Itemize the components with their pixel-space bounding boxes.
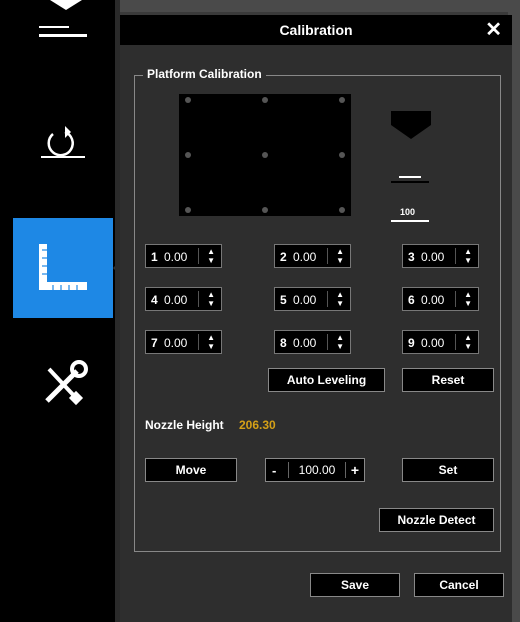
point-value[interactable]: 0.00 — [421, 250, 444, 264]
grid-point — [339, 207, 345, 213]
increment-button[interactable]: + — [351, 462, 359, 478]
gauge-base-line — [391, 220, 429, 222]
point-index: 1 — [151, 250, 158, 264]
point-index: 3 — [408, 250, 415, 264]
spin-divider — [327, 291, 328, 307]
spin-divider — [455, 248, 456, 264]
move-button[interactable]: Move — [145, 458, 237, 482]
sidebar-item-tools[interactable] — [13, 335, 113, 435]
grid-point — [262, 207, 268, 213]
point-9-spinbox[interactable]: 9 0.00 ▲ ▼ — [402, 330, 479, 354]
menu-icon — [39, 26, 87, 37]
point-value[interactable]: 0.00 — [421, 293, 444, 307]
calibration-dialog: Calibration ✕ Platform Calibration 100 1… — [120, 15, 512, 622]
point-5-spinbox[interactable]: 5 0.00 ▲ ▼ — [274, 287, 351, 311]
point-7-spinbox[interactable]: 7 0.00 ▲ ▼ — [145, 330, 222, 354]
dialog-titlebar: Calibration ✕ — [120, 15, 512, 45]
close-icon[interactable]: ✕ — [485, 19, 502, 41]
point-index: 5 — [280, 293, 287, 307]
point-value[interactable]: 0.00 — [164, 250, 187, 264]
point-4-spinbox[interactable]: 4 0.00 ▲ ▼ — [145, 287, 222, 311]
dialog-title: Calibration — [279, 22, 353, 38]
point-index: 2 — [280, 250, 287, 264]
spin-divider — [327, 334, 328, 350]
move-distance-value[interactable]: 100.00 — [288, 462, 346, 478]
nozzle-tip-icon — [391, 125, 431, 139]
point-index: 9 — [408, 336, 415, 350]
sidebar-item-undo[interactable] — [13, 92, 113, 192]
nozzle-icon — [391, 111, 431, 125]
point-1-spinbox[interactable]: 1 0.00 ▲ ▼ — [145, 244, 222, 268]
background-window-top — [120, 0, 520, 12]
spin-divider — [198, 334, 199, 350]
spin-arrows-icon[interactable]: ▲ ▼ — [336, 247, 344, 265]
point-index: 4 — [151, 293, 158, 307]
point-index: 8 — [280, 336, 287, 350]
nozzle-height-marker — [399, 176, 421, 178]
grid-point — [262, 152, 268, 158]
nozzle-detect-button[interactable]: Nozzle Detect — [379, 508, 494, 532]
platform-calibration-group: Platform Calibration 100 1 0.00 ▲ ▼ 2 0.… — [134, 67, 501, 552]
grid-point — [185, 207, 191, 213]
spin-arrows-icon[interactable]: ▲ ▼ — [336, 290, 344, 308]
set-button[interactable]: Set — [402, 458, 494, 482]
point-value[interactable]: 0.00 — [164, 336, 187, 350]
point-value[interactable]: 0.00 — [293, 293, 316, 307]
platform-level-line — [391, 181, 429, 183]
point-value[interactable]: 0.00 — [164, 293, 187, 307]
spin-divider — [455, 334, 456, 350]
grid-point — [262, 97, 268, 103]
point-6-spinbox[interactable]: 6 0.00 ▲ ▼ — [402, 287, 479, 311]
gauge-value: 100 — [400, 207, 416, 217]
spin-arrows-icon[interactable]: ▲ ▼ — [464, 247, 472, 265]
grid-point — [185, 97, 191, 103]
point-3-spinbox[interactable]: 3 0.00 ▲ ▼ — [402, 244, 479, 268]
spin-divider — [198, 248, 199, 264]
grid-point — [339, 152, 345, 158]
point-value[interactable]: 0.00 — [421, 336, 444, 350]
spin-arrows-icon[interactable]: ▲ ▼ — [464, 290, 472, 308]
undo-icon — [41, 126, 85, 158]
point-8-spinbox[interactable]: 8 0.00 ▲ ▼ — [274, 330, 351, 354]
spin-arrows-icon[interactable]: ▲ ▼ — [464, 333, 472, 351]
reset-button[interactable]: Reset — [402, 368, 494, 392]
spin-arrows-icon[interactable]: ▲ ▼ — [336, 333, 344, 351]
tools-icon — [45, 360, 88, 406]
sidebar — [0, 0, 123, 622]
decrement-button[interactable]: - — [272, 463, 276, 478]
point-value[interactable]: 0.00 — [293, 250, 316, 264]
point-index: 7 — [151, 336, 158, 350]
spin-arrows-icon[interactable]: ▲ ▼ — [207, 333, 215, 351]
group-title: Platform Calibration — [143, 67, 266, 81]
point-2-spinbox[interactable]: 2 0.00 ▲ ▼ — [274, 244, 351, 268]
nozzle-height-label: Nozzle Height — [145, 418, 224, 432]
spin-arrows-icon[interactable]: ▲ ▼ — [207, 247, 215, 265]
sidebar-item-menu[interactable] — [13, 0, 113, 60]
spin-divider — [327, 248, 328, 264]
grid-point — [339, 97, 345, 103]
cancel-button[interactable]: Cancel — [414, 573, 504, 597]
sidebar-item-calibration[interactable] — [13, 218, 123, 318]
nozzle-height-value: 206.30 — [239, 418, 276, 432]
save-button[interactable]: Save — [310, 573, 400, 597]
spin-divider — [455, 291, 456, 307]
auto-leveling-button[interactable]: Auto Leveling — [268, 368, 385, 392]
spin-arrows-icon[interactable]: ▲ ▼ — [207, 290, 215, 308]
ruler-icon — [39, 244, 87, 290]
spin-divider — [198, 291, 199, 307]
calibration-grid — [179, 94, 351, 216]
point-value[interactable]: 0.00 — [293, 336, 316, 350]
grid-point — [185, 152, 191, 158]
point-index: 6 — [408, 293, 415, 307]
move-distance-stepper[interactable]: - 100.00 + — [265, 458, 365, 482]
